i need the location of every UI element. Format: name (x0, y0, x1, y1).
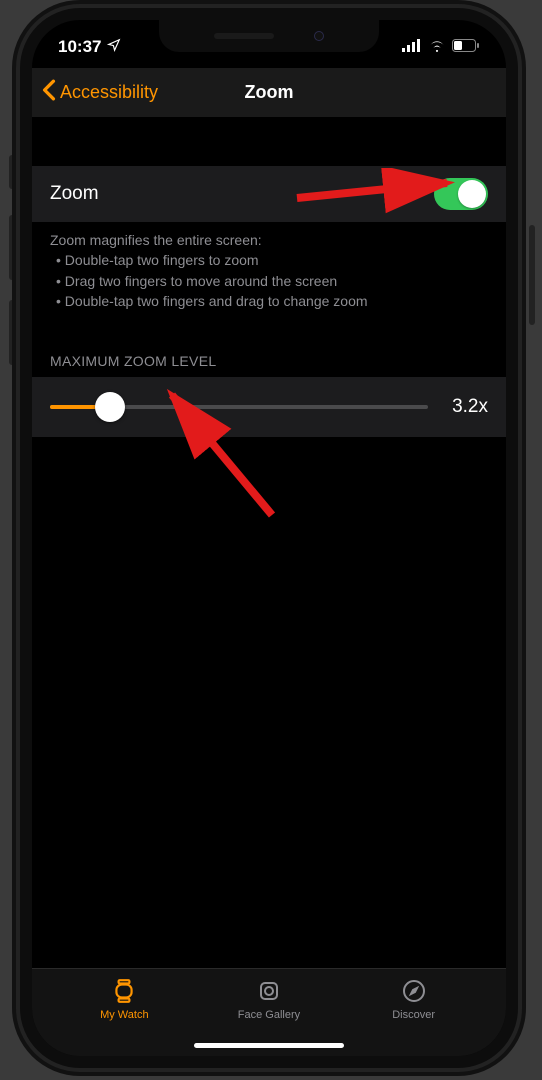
max-zoom-header: MAXIMUM ZOOM LEVEL (32, 315, 506, 377)
watch-icon (111, 977, 137, 1005)
tab-face-gallery[interactable]: Face Gallery (224, 977, 314, 1034)
status-time: 10:37 (58, 37, 101, 57)
face-gallery-icon (257, 977, 281, 1005)
desc-bullet: Double-tap two fingers and drag to chang… (56, 291, 488, 311)
volume-down-button (9, 300, 15, 365)
screen: 10:37 (32, 20, 506, 1056)
side-power-button (529, 225, 535, 325)
desc-intro: Zoom magnifies the entire screen: (50, 230, 488, 250)
tab-my-watch[interactable]: My Watch (79, 977, 169, 1034)
back-button[interactable]: Accessibility (32, 79, 158, 106)
chevron-left-icon (42, 79, 56, 106)
max-zoom-slider[interactable] (50, 395, 428, 419)
zoom-description: Zoom magnifies the entire screen: Double… (32, 222, 506, 315)
max-zoom-slider-row: 3.2x (32, 377, 506, 437)
phone-frame: 10:37 (20, 8, 518, 1068)
battery-icon (452, 37, 480, 57)
cellular-signal-icon (402, 37, 422, 57)
back-label: Accessibility (60, 82, 158, 103)
desc-bullet: Drag two fingers to move around the scre… (56, 271, 488, 291)
notch (159, 20, 379, 52)
tab-label: My Watch (100, 1009, 149, 1021)
tab-discover[interactable]: Discover (369, 977, 459, 1034)
compass-icon (402, 977, 426, 1005)
content: Zoom Zoom magnifies the entire screen: D… (32, 118, 506, 437)
desc-bullet: Double-tap two fingers to zoom (56, 250, 488, 270)
zoom-toggle[interactable] (434, 178, 488, 210)
nav-header: Accessibility Zoom (32, 68, 506, 118)
wifi-icon (428, 37, 446, 57)
location-icon (107, 37, 121, 57)
zoom-toggle-row[interactable]: Zoom (32, 166, 506, 222)
toggle-knob (458, 180, 486, 208)
volume-up-button (9, 215, 15, 280)
mute-switch (9, 155, 15, 189)
page-title: Zoom (245, 82, 294, 103)
tab-label: Face Gallery (238, 1009, 300, 1021)
tab-label: Discover (392, 1009, 435, 1021)
max-zoom-value: 3.2x (442, 396, 488, 418)
slider-thumb[interactable] (95, 392, 125, 422)
zoom-label: Zoom (50, 183, 99, 205)
home-indicator[interactable] (194, 1043, 344, 1048)
